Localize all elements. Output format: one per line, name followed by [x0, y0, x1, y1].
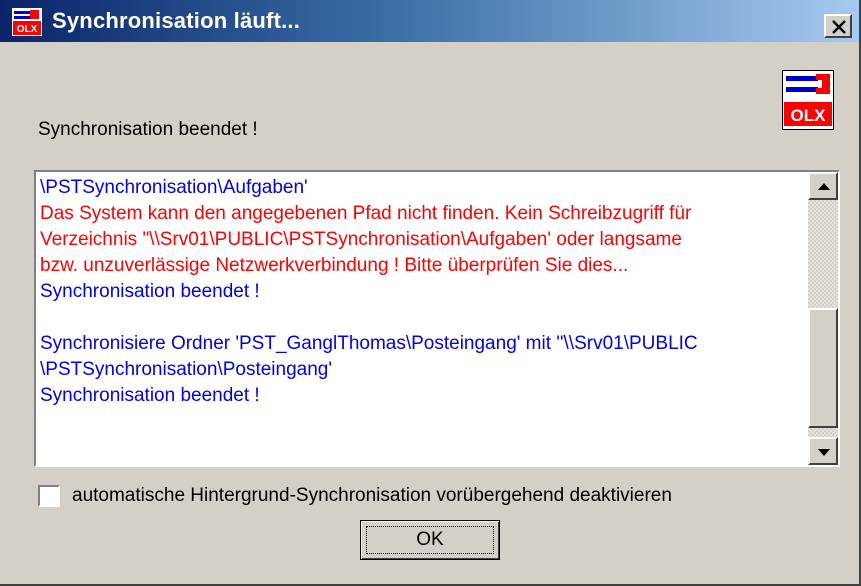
ok-button[interactable]: OK: [360, 520, 500, 560]
log-line: \PSTSynchronisation\Posteingang': [40, 359, 332, 380]
close-button[interactable]: [824, 14, 852, 38]
ok-button-label: OK: [416, 529, 444, 550]
close-icon: [832, 20, 846, 34]
sync-dialog: OLX Synchronisation läuft... OLX Synchro…: [0, 0, 861, 586]
scroll-down-button[interactable]: [808, 437, 838, 465]
log-textarea[interactable]: \PSTSynchronisation\Aufgaben' Das System …: [34, 170, 840, 467]
arrow-up-icon: [818, 183, 830, 190]
svg-text:OLX: OLX: [17, 24, 38, 35]
log-content: \PSTSynchronisation\Aufgaben' Das System …: [40, 175, 805, 409]
app-icon: OLX: [12, 8, 42, 36]
title-bar[interactable]: OLX Synchronisation läuft...: [0, 0, 859, 42]
arrow-down-icon: [818, 449, 830, 456]
log-line: \PSTSynchronisation\Aufgaben': [40, 177, 308, 198]
log-line: bzw. unzuverlässige Netzwerkverbindung !…: [40, 255, 629, 276]
log-line: Verzeichnis "\\Srv01\PUBLIC\PSTSynchroni…: [40, 229, 682, 250]
svg-text:OLX: OLX: [791, 106, 827, 125]
checkbox-label[interactable]: automatische Hintergrund-Synchronisation…: [72, 483, 672, 509]
vertical-scrollbar[interactable]: [808, 172, 838, 465]
scroll-thumb[interactable]: [808, 308, 838, 428]
window-title: Synchronisation läuft...: [52, 8, 301, 33]
scroll-up-button[interactable]: [808, 172, 838, 200]
disable-background-sync-checkbox[interactable]: [38, 485, 60, 507]
olx-logo-icon: OLX: [781, 69, 835, 131]
log-line: Synchronisiere Ordner 'PST_GanglThomas\P…: [40, 333, 698, 354]
log-line: Synchronisation beendet !: [40, 281, 260, 302]
status-label: Synchronisation beendet !: [38, 119, 258, 140]
log-line: Synchronisation beendet !: [40, 385, 260, 406]
log-line: Das System kann den angegebenen Pfad nic…: [40, 203, 692, 224]
